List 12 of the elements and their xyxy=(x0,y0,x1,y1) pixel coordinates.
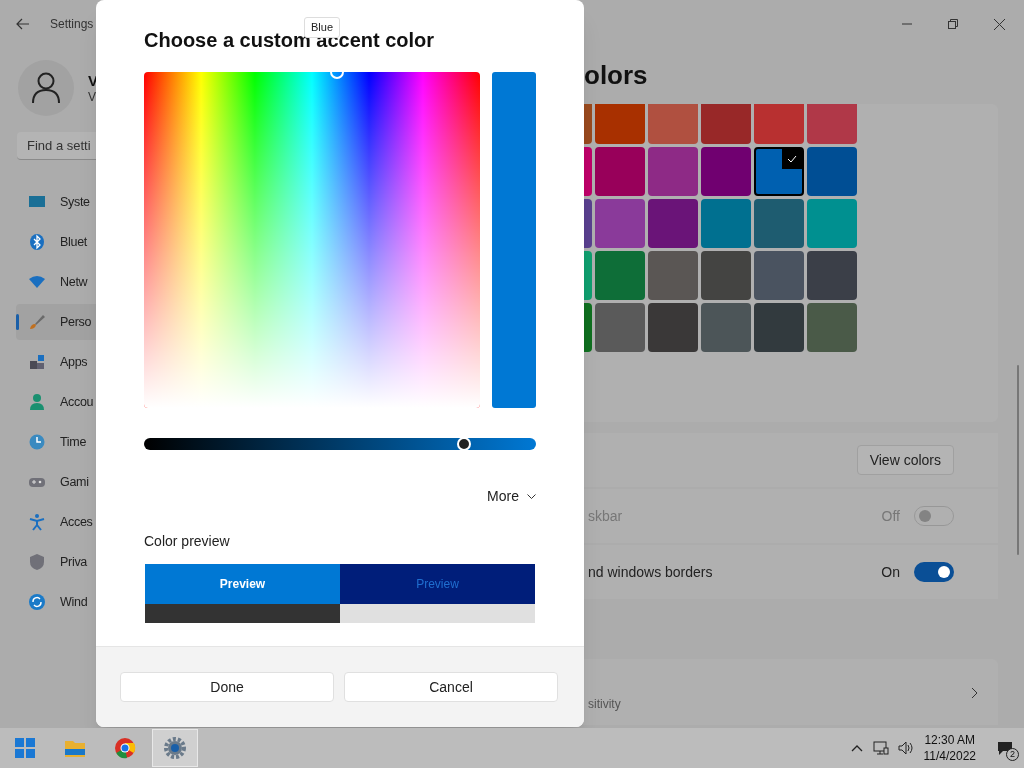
section-label: Color preview xyxy=(144,532,231,551)
window-title: Settings xyxy=(50,16,94,33)
notification-badge: 2 xyxy=(1006,748,1019,761)
preview-tile: Preview xyxy=(340,564,535,604)
user-email: V xyxy=(88,89,97,105)
toggle-state: Off xyxy=(881,506,900,526)
preview-tile: Preview xyxy=(145,564,340,604)
setting-label: nd windows borders xyxy=(588,562,713,582)
toggle-state: On xyxy=(881,562,900,582)
page-title: olors xyxy=(583,59,649,92)
setting-label: skbar xyxy=(588,506,623,526)
setting-description: sitivity xyxy=(588,696,621,713)
